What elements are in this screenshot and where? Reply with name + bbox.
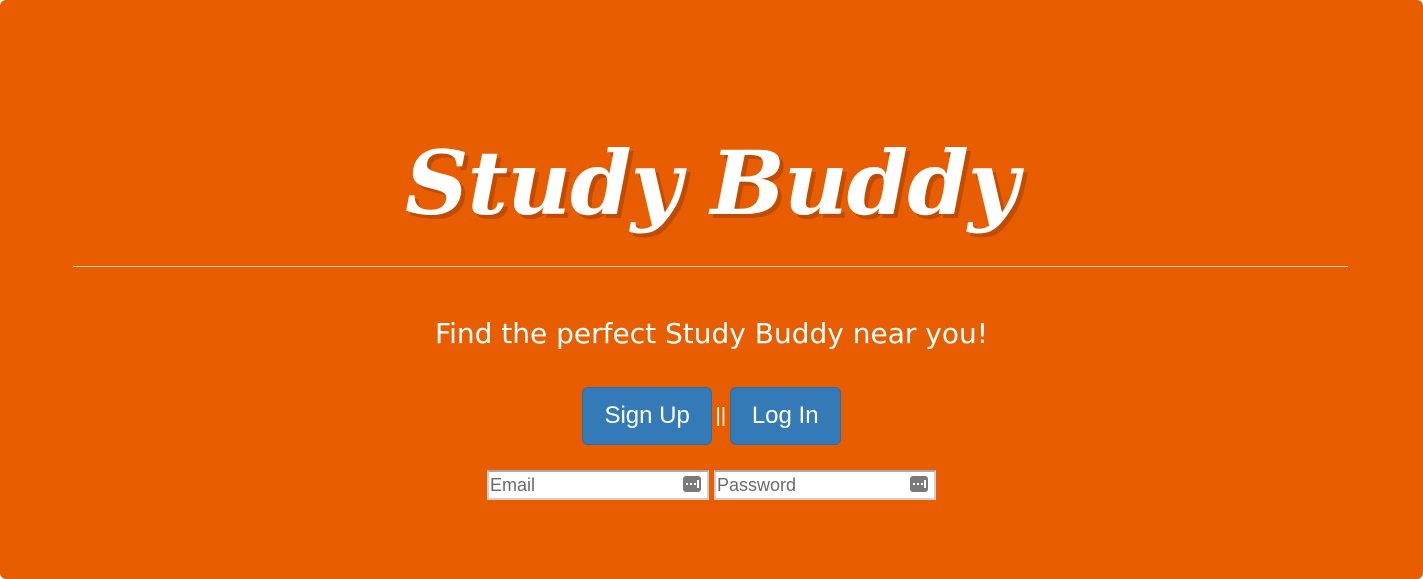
email-field-wrapper <box>487 470 709 500</box>
password-field-wrapper <box>714 470 936 500</box>
login-form <box>0 470 1423 500</box>
brand-title: Study Buddy <box>404 131 1019 235</box>
auth-buttons: Sign Up || Log In <box>0 387 1423 445</box>
signup-button[interactable]: Sign Up <box>582 387 712 445</box>
hero-jumbotron: Study Buddy Find the perfect Study Buddy… <box>0 0 1423 579</box>
button-separator: || <box>715 405 727 427</box>
divider <box>73 266 1348 267</box>
password-manager-key-icon[interactable] <box>910 476 928 492</box>
tagline: Find the perfect Study Buddy near you! <box>435 317 988 350</box>
password-manager-key-icon[interactable] <box>683 476 701 492</box>
password-field[interactable] <box>716 472 906 498</box>
email-field[interactable] <box>489 472 679 498</box>
login-button[interactable]: Log In <box>729 387 841 445</box>
